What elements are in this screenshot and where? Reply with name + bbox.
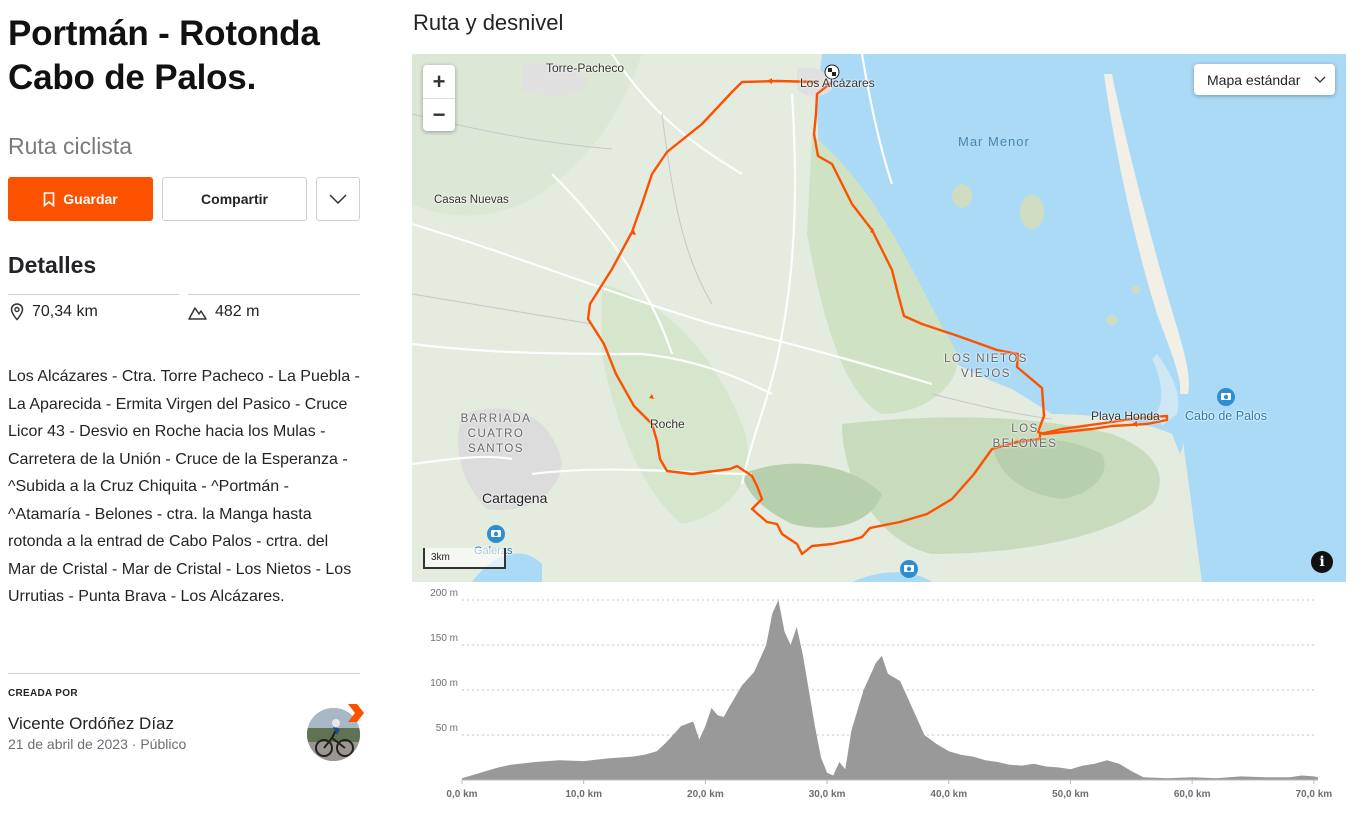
route-title-line-1: Portmán - Rotonda [8, 14, 320, 53]
route-meta: 21 de abril de 2023 · Público [8, 736, 186, 752]
bookmark-icon [43, 191, 55, 207]
y-tick-label: 200 m [430, 588, 458, 599]
map-label-cabo-de-palos: Cabo de Palos [1185, 409, 1268, 423]
section-title: Ruta y desnivel [413, 10, 564, 35]
stat-divider [8, 294, 179, 295]
map-label-playa-honda: Playa Honda [1091, 409, 1160, 423]
map-label-mar-menor: Mar Menor [958, 134, 1030, 149]
route-map[interactable]: + − Mapa estándar Torre-Pacheco Los Alcá… [412, 54, 1346, 582]
map-canvas [412, 54, 1346, 582]
map-type-select[interactable]: Mapa estándar [1194, 64, 1335, 95]
elevation-value: 482 m [215, 303, 260, 320]
route-type: Ruta ciclista [8, 133, 132, 159]
zoom-out-button[interactable]: − [423, 98, 455, 131]
map-label-los-alcazares: Los Alcázares [800, 76, 875, 90]
author-name[interactable]: Vicente Ordóñez Díaz [8, 714, 174, 734]
share-button-label: Compartir [201, 191, 268, 207]
action-buttons: Guardar Compartir [8, 177, 360, 221]
map-label-casas-nuevas: Casas Nuevas [434, 194, 509, 206]
x-tick-label: 30,0 km [809, 789, 846, 800]
elevation-stat: 482 m [188, 303, 259, 321]
zoom-in-button[interactable]: + [423, 65, 455, 98]
route-title-line-2: Cabo de Palos. [8, 58, 257, 97]
map-label-barriada: BARRIADA CUATRO SANTOS [460, 413, 532, 455]
x-tick-label: 70,0 km [1296, 789, 1333, 800]
route-title: Portmán - Rotonda Cabo de Palos. [8, 12, 320, 100]
x-tick-label: 50,0 km [1052, 789, 1089, 800]
x-tick-label: 20,0 km [687, 789, 724, 800]
elevation-area [462, 600, 1318, 780]
created-by-label: CREADA POR [8, 688, 78, 699]
info-icon[interactable]: i [1311, 551, 1333, 573]
more-options-button[interactable] [316, 177, 360, 221]
x-tick-label: 0,0 km [446, 789, 477, 800]
mountain-icon [188, 306, 207, 320]
map-label-torre-pacheco: Torre-Pacheco [546, 61, 625, 75]
save-button-label: Guardar [63, 191, 118, 207]
y-tick-label: 150 m [430, 633, 458, 644]
y-tick-label: 50 m [436, 723, 458, 734]
route-details-panel: Portmán - Rotonda Cabo de Palos. Ruta ci… [8, 0, 364, 817]
location-pin-icon [10, 303, 24, 321]
map-scale: 3km [423, 548, 506, 569]
y-tick-label: 100 m [430, 678, 458, 689]
map-label-los-belones: LOS BELONES [992, 423, 1058, 450]
elevation-chart[interactable]: 50 m 100 m 150 m 200 m 0,0 km 10,0 km 20,0 km 3… [412, 588, 1362, 808]
distance-value: 70,34 km [32, 303, 98, 320]
distance-stat: 70,34 km [10, 303, 98, 321]
save-button[interactable]: Guardar [8, 177, 153, 221]
chevron-down-icon [329, 194, 347, 204]
divider [8, 673, 360, 674]
route-description: Los Alcázares - Ctra. Torre Pacheco - La… [8, 368, 360, 605]
map-label-roche: Roche [650, 417, 685, 431]
x-tick-label: 60,0 km [1174, 789, 1211, 800]
x-tick-label: 40,0 km [930, 789, 967, 800]
details-heading: Detalles [8, 252, 97, 278]
visibility: Público [140, 736, 187, 752]
share-button[interactable]: Compartir [162, 177, 307, 221]
map-label-los-nietos-viejos: LOS NIETOS VIEJOS [944, 353, 1028, 380]
chevron-down-icon [1314, 76, 1326, 83]
x-tick-label: 10,0 km [565, 789, 602, 800]
map-label-cartagena: Cartagena [482, 490, 548, 506]
stat-divider [188, 294, 360, 295]
created-date: 21 de abril de 2023 [8, 736, 128, 752]
map-type-label: Mapa estándar [1207, 71, 1301, 88]
zoom-controls: + − [423, 65, 455, 131]
